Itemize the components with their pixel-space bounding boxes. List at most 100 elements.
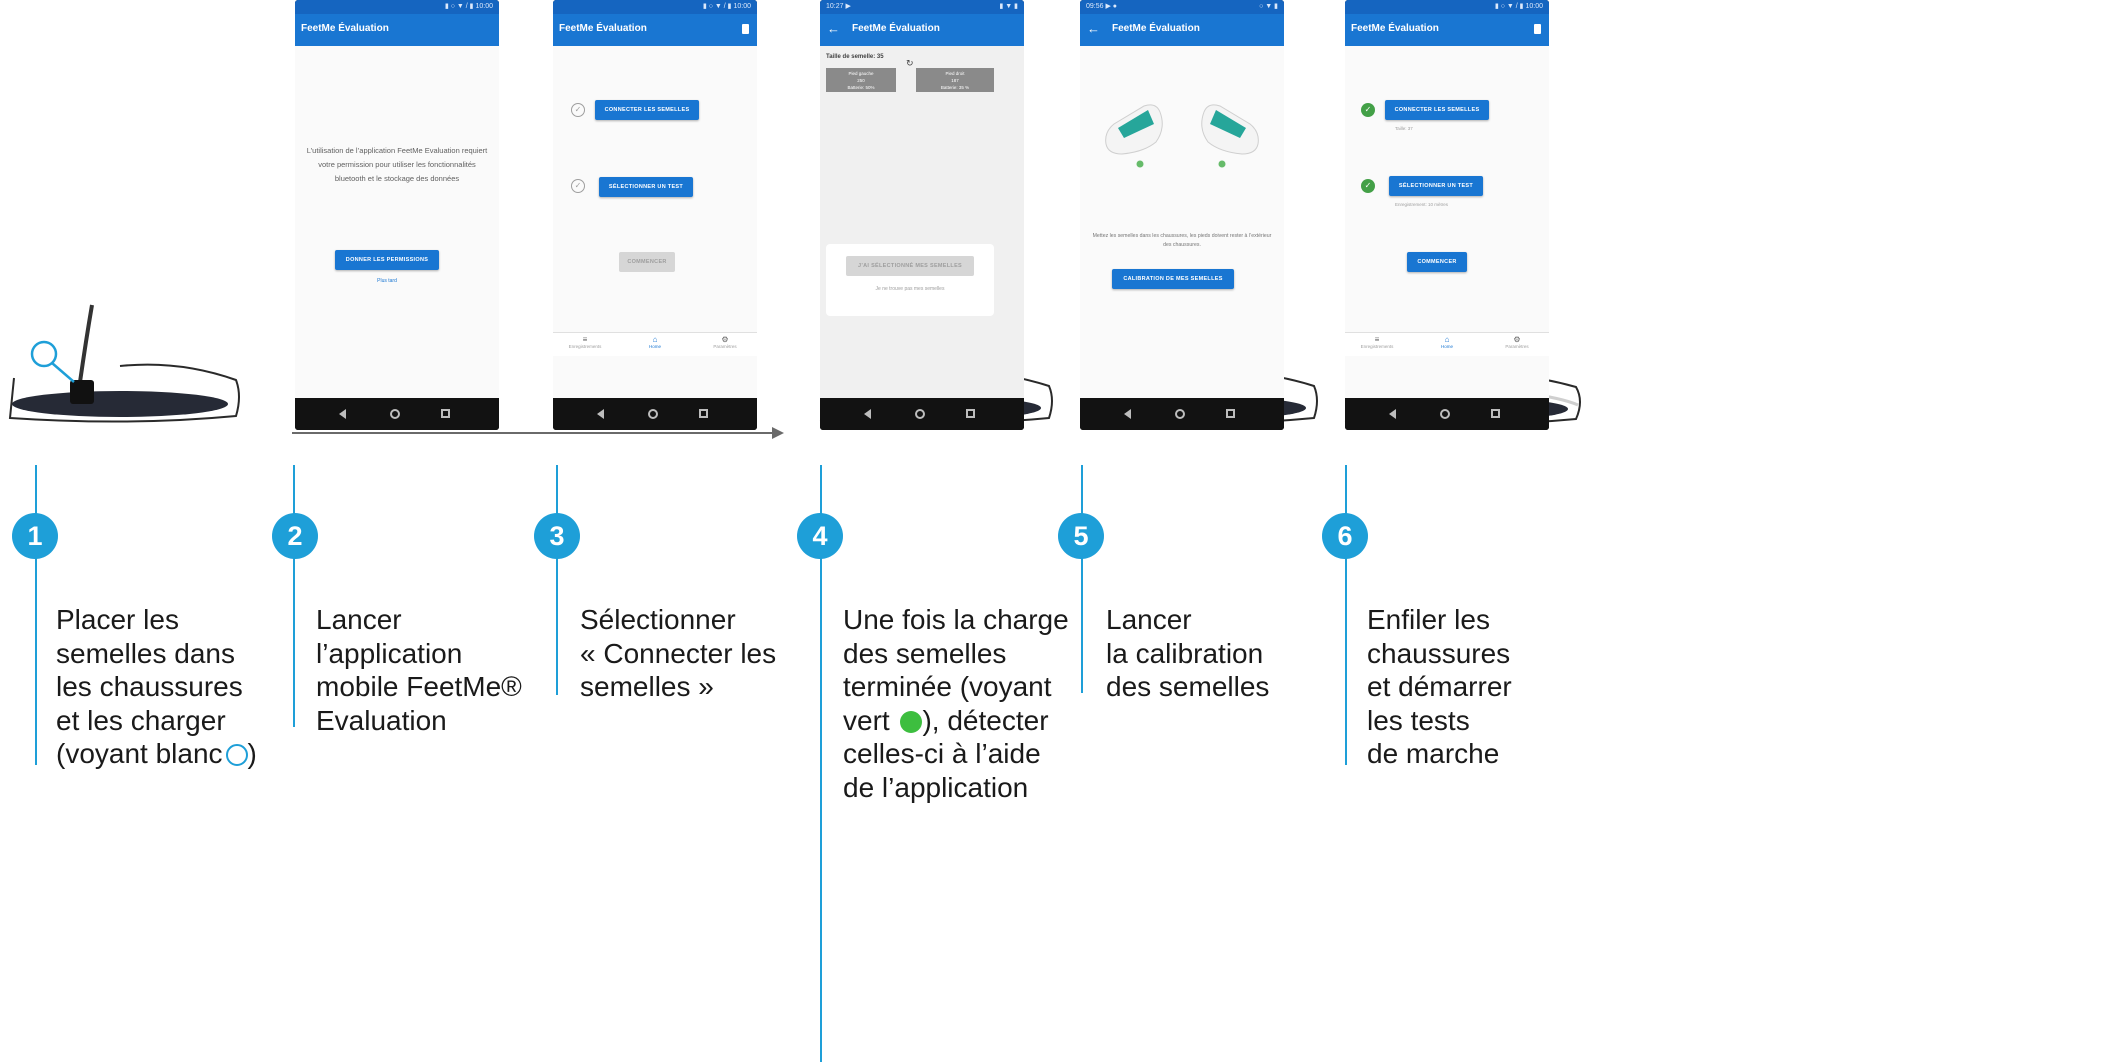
home-icon[interactable] — [1175, 409, 1185, 419]
step-5-text: Lancer la calibration des semelles — [1106, 604, 1270, 702]
android-nav-bar — [820, 398, 1024, 430]
select-test-button[interactable]: SÉLECTIONNER UN TEST — [1389, 176, 1483, 196]
home-icon[interactable] — [915, 409, 925, 419]
bottom-tab-bar: ≡ Enregistrements ⌂ Home ⚙ Paramètres — [1345, 332, 1549, 356]
home-icon[interactable] — [390, 409, 400, 419]
home-icon: ⌂ — [1444, 335, 1450, 344]
loading-spinner-icon: ↻ — [906, 58, 914, 68]
app-title: FeetMe Évaluation — [559, 23, 647, 34]
step-3-text: Sélectionner « Connecter les semelles » — [580, 604, 777, 702]
status-bar: ▮ ○ ▼ / ▮ 10:00 — [295, 0, 499, 14]
start-button[interactable]: COMMENCER — [619, 252, 675, 272]
tab-recordings[interactable]: ≡ Enregistrements — [555, 335, 615, 349]
permissions-screen: L’utilisation de l’application FeetMe Ev… — [295, 46, 499, 398]
left-foot-card[interactable]: Pied gauche 250 Batterie: 50% — [826, 68, 896, 92]
app-bar: ← FeetMe Évaluation — [1080, 14, 1284, 46]
recent-apps-icon[interactable] — [441, 409, 450, 418]
phone-home: ▮ ○ ▼ / ▮ 10:00 FeetMe Évaluation ✓ CONN… — [553, 0, 757, 430]
tab-label: Paramètres — [1505, 344, 1529, 349]
phone-permissions: ▮ ○ ▼ / ▮ 10:00 FeetMe Évaluation L’util… — [295, 0, 499, 430]
ready-screen: ✓ CONNECTER LES SEMELLES Taille: 37 ✓ SÉ… — [1345, 46, 1549, 398]
app-title: FeetMe Évaluation — [1112, 23, 1200, 34]
white-led-icon — [225, 744, 248, 766]
status-time: 09:56 ▶ ● — [1086, 3, 1118, 10]
grant-permissions-button[interactable]: DONNER LES PERMISSIONS — [335, 250, 439, 270]
foot-name: Pied droit — [945, 71, 965, 76]
tab-label: Home — [1440, 344, 1453, 349]
app-bar: FeetMe Évaluation — [1345, 14, 1549, 46]
status-bar: ▮ ○ ▼ / ▮ 10:00 — [553, 0, 757, 14]
back-arrow-icon[interactable]: ← — [827, 21, 840, 36]
tab-label: Home — [648, 344, 661, 349]
app-bar: ← FeetMe Évaluation — [820, 14, 1024, 46]
back-icon[interactable] — [1124, 409, 1131, 419]
app-bar: FeetMe Évaluation — [295, 14, 499, 46]
step-text-main: Placer les semelles dans les chaussures … — [56, 604, 243, 769]
recent-apps-icon[interactable] — [1491, 409, 1500, 418]
status-icons: ○ ▼ ▮ — [1259, 3, 1278, 10]
foot-id: 187 — [951, 78, 959, 83]
tab-label: Paramètres — [713, 344, 737, 349]
step-text-tail: ) — [247, 738, 257, 769]
tab-home[interactable]: ⌂ Home — [1417, 335, 1477, 349]
not-found-link[interactable]: Je ne trouve pas mes semelles — [826, 286, 994, 292]
gear-icon: ⚙ — [1513, 335, 1521, 344]
tab-settings[interactable]: ⚙ Paramètres — [695, 335, 755, 349]
recent-apps-icon[interactable] — [966, 409, 975, 418]
tab-settings[interactable]: ⚙ Paramètres — [1487, 335, 1547, 349]
app-title: FeetMe Évaluation — [852, 23, 940, 34]
check-circle-icon: ✓ — [571, 179, 585, 193]
step-2-line — [293, 465, 295, 727]
shoes-illustration — [1105, 104, 1259, 168]
step-4-badge: 4 — [797, 513, 843, 559]
back-icon[interactable] — [864, 409, 871, 419]
tab-recordings[interactable]: ≡ Enregistrements — [1347, 335, 1407, 349]
phone-ready: ▮ ○ ▼ / ▮ 10:00 FeetMe Évaluation ✓ CONN… — [1345, 0, 1549, 430]
app-title: FeetMe Évaluation — [1351, 23, 1439, 34]
step-3-line — [556, 465, 558, 695]
trash-icon[interactable] — [742, 24, 749, 34]
status-icons: ▮ ○ ▼ / ▮ 10:00 — [1494, 3, 1543, 10]
bottom-tab-bar: ≡ Enregistrements ⌂ Home ⚙ Paramètres — [553, 332, 757, 356]
status-bar: ▮ ○ ▼ / ▮ 10:00 — [1345, 0, 1549, 14]
step-1-badge: 1 — [12, 513, 58, 559]
back-icon[interactable] — [597, 409, 604, 419]
select-test-button[interactable]: SÉLECTIONNER UN TEST — [599, 177, 693, 197]
android-nav-bar — [295, 398, 499, 430]
status-bar: 09:56 ▶ ● ○ ▼ ▮ — [1080, 0, 1284, 14]
start-button[interactable]: COMMENCER — [1407, 252, 1467, 272]
foot-name: Pied gauche — [848, 71, 874, 76]
recent-apps-icon[interactable] — [1226, 409, 1235, 418]
home-icon[interactable] — [1440, 409, 1450, 419]
permission-text: L’utilisation de l’application FeetMe Ev… — [306, 146, 488, 183]
phone-calibration: 09:56 ▶ ● ○ ▼ ▮ ← FeetMe Évaluation Mett… — [1080, 0, 1284, 430]
step-6-badge: 6 — [1322, 513, 1368, 559]
connect-insoles-button[interactable]: CONNECTER LES SEMELLES — [595, 100, 699, 120]
trash-icon[interactable] — [1534, 24, 1541, 34]
later-link[interactable]: Plus tard — [295, 278, 479, 284]
step-5-badge: 5 — [1058, 513, 1104, 559]
android-nav-bar — [1345, 398, 1549, 430]
check-circle-icon: ✓ — [571, 103, 585, 117]
list-icon: ≡ — [582, 335, 588, 344]
foot-battery: Batterie: 50% — [847, 85, 875, 90]
status-icons: ▮ ○ ▼ / ▮ 10:00 — [444, 3, 493, 10]
home-screen: ✓ CONNECTER LES SEMELLES ✓ SÉLECTIONNER … — [553, 46, 757, 398]
home-icon[interactable] — [648, 409, 658, 419]
back-icon[interactable] — [339, 409, 346, 419]
status-icons: ▮ ○ ▼ / ▮ 10:00 — [702, 3, 751, 10]
connect-insoles-button[interactable]: CONNECTER LES SEMELLES — [1385, 100, 1489, 120]
green-led-icon — [900, 710, 923, 733]
back-icon[interactable] — [1389, 409, 1396, 419]
gear-icon: ⚙ — [721, 335, 729, 344]
tab-home[interactable]: ⌂ Home — [625, 335, 685, 349]
android-nav-bar — [1080, 398, 1284, 430]
calibrate-button[interactable]: CALIBRATION DE MES SEMELLES — [1112, 269, 1234, 289]
back-arrow-icon[interactable]: ← — [1087, 21, 1100, 36]
status-time: 10:27 ▶ — [826, 3, 851, 10]
detect-screen: Taille de semelle: 35 ↻ Pied gauche 250 … — [820, 46, 1024, 398]
right-foot-card[interactable]: Pied droit 187 Batterie: 35 % — [916, 68, 994, 92]
recent-apps-icon[interactable] — [699, 409, 708, 418]
use-insoles-button[interactable]: J’AI SÉLECTIONNÉ MES SEMELLES — [846, 256, 974, 276]
status-icons: ▮ ▼ ▮ — [999, 3, 1018, 10]
